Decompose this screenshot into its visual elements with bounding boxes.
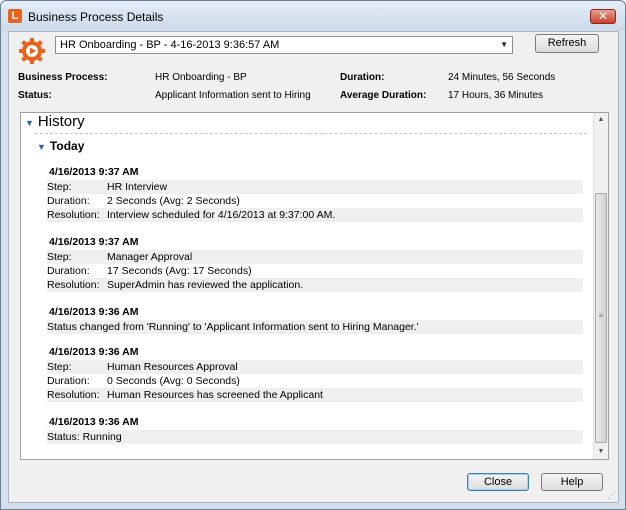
chevron-down-icon[interactable]: ▼	[500, 37, 508, 53]
entry-timestamp: 4/16/2013 9:37 AM	[49, 236, 139, 248]
window-title: Business Process Details	[28, 10, 164, 24]
history-entry: 4/16/2013 9:37 AM Step: HR Interview Dura…	[47, 165, 583, 222]
history-entry: 4/16/2013 9:36 AM Status changed from 'R…	[47, 305, 583, 334]
average-duration-value: 17 Hours, 36 Minutes	[448, 90, 544, 101]
help-button[interactable]: Help	[541, 473, 603, 491]
entry-timestamp: 4/16/2013 9:36 AM	[49, 346, 139, 358]
duration-label: Duration:	[340, 72, 385, 83]
entry-duration-row: Duration: 17 Seconds (Avg: 17 Seconds)	[47, 265, 252, 277]
scroll-up-arrow-icon[interactable]: ▲	[594, 113, 608, 127]
process-instance-value: HR Onboarding - BP - 4-16-2013 9:36:57 A…	[60, 39, 280, 51]
entry-timestamp: 4/16/2013 9:36 AM	[49, 416, 139, 428]
status-value: Applicant Information sent to Hiring	[155, 90, 311, 101]
duration-value: 24 Minutes, 56 Seconds	[448, 72, 556, 83]
entry-duration-row: Duration: 0 Seconds (Avg: 0 Seconds)	[47, 375, 240, 387]
history-entry: 4/16/2013 9:36 AM Status: Running	[47, 415, 583, 444]
title-bar: L Business Process Details ✕	[1, 1, 625, 31]
average-duration-label: Average Duration:	[340, 90, 427, 101]
dialog-body: HR Onboarding - BP - 4-16-2013 9:36:57 A…	[8, 31, 619, 503]
history-divider	[35, 133, 587, 134]
today-group-header[interactable]: ▼ Today	[37, 139, 84, 153]
history-panel[interactable]: ▼ History ▼ Today 4/16/2013 9:37 AM Step: H…	[20, 112, 609, 460]
entry-resolution-row: Resolution: SuperAdmin has reviewed the a…	[47, 278, 583, 292]
history-scrollbar[interactable]: ▲ ≡ ▼	[593, 113, 608, 459]
window-close-button[interactable]: ✕	[590, 9, 616, 24]
entry-resolution-row: Resolution: Human Resources has screened …	[47, 388, 583, 402]
entry-message-row: Status: Running	[47, 430, 583, 444]
refresh-button[interactable]: Refresh	[535, 34, 599, 53]
collapse-triangle-icon[interactable]: ▼	[25, 118, 34, 128]
scrollbar-thumb[interactable]: ≡	[595, 193, 607, 443]
process-instance-dropdown[interactable]: HR Onboarding - BP - 4-16-2013 9:36:57 A…	[55, 36, 513, 54]
history-entry: 4/16/2013 9:37 AM Step: Manager Approval …	[47, 235, 583, 292]
collapse-triangle-icon[interactable]: ▼	[37, 142, 46, 152]
entry-step-row: Step: HR Interview	[47, 180, 583, 194]
history-title: History	[37, 113, 85, 130]
entry-resolution-row: Resolution: Interview scheduled for 4/16/…	[47, 208, 583, 222]
resize-grip-icon[interactable]: ⋰	[607, 490, 616, 501]
status-label: Status:	[18, 90, 52, 101]
business-process-gear-icon	[19, 38, 45, 64]
entry-step-row: Step: Human Resources Approval	[47, 360, 583, 374]
entry-step-row: Step: Manager Approval	[47, 250, 583, 264]
entry-timestamp: 4/16/2013 9:37 AM	[49, 166, 139, 178]
entry-timestamp: 4/16/2013 9:36 AM	[49, 306, 139, 318]
app-logo-icon: L	[8, 9, 22, 23]
today-group-title: Today	[49, 139, 85, 153]
history-entry: 4/16/2013 9:36 AM Step: Human Resources A…	[47, 345, 583, 402]
history-content: ▼ History ▼ Today 4/16/2013 9:37 AM Step: H…	[21, 113, 593, 459]
business-process-details-window: L Business Process Details ✕ HR Onboardi…	[0, 0, 626, 510]
business-process-value: HR Onboarding - BP	[155, 72, 247, 83]
history-header[interactable]: ▼ History	[25, 113, 85, 130]
entry-duration-row: Duration: 2 Seconds (Avg: 2 Seconds)	[47, 195, 240, 207]
business-process-label: Business Process:	[18, 72, 108, 83]
grip-lines-icon: ≡	[598, 311, 604, 320]
scroll-down-arrow-icon[interactable]: ▼	[594, 445, 608, 459]
entry-message-row: Status changed from 'Running' to 'Applic…	[47, 320, 583, 334]
close-button[interactable]: Close	[467, 473, 529, 491]
